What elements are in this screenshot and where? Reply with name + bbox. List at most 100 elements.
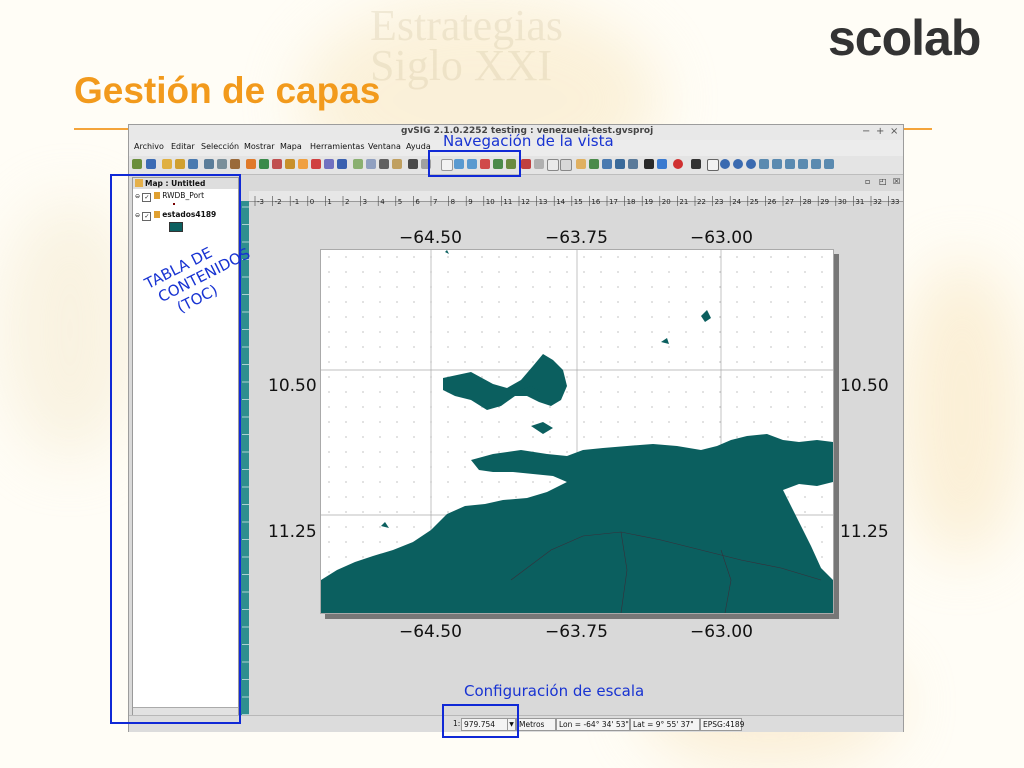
line-tool-icon[interactable]	[324, 159, 334, 169]
view-close-icon[interactable]: ☒	[893, 177, 900, 186]
slide-title: Gestión de capas	[74, 70, 381, 111]
ruler-tick-label: 27	[785, 198, 794, 206]
tool-icon[interactable]	[589, 159, 599, 169]
lat-label-right: 10.50	[840, 376, 889, 396]
tool-icon[interactable]	[733, 159, 743, 169]
tool-icon[interactable]	[657, 159, 667, 169]
tool-icon[interactable]	[534, 159, 544, 169]
tool-icon[interactable]	[547, 159, 559, 171]
menu-mostrar[interactable]: Mostrar	[244, 142, 275, 151]
tool-icon[interactable]	[576, 159, 586, 169]
layout-icon[interactable]	[379, 159, 389, 169]
tool-icon[interactable]	[230, 159, 240, 169]
ruler-tick-label: 15	[574, 198, 583, 206]
menu-mapa[interactable]: Mapa	[280, 142, 302, 151]
menu-seleccion[interactable]: Selección	[201, 142, 239, 151]
new-icon[interactable]	[162, 159, 172, 169]
scolab-logo: scolab	[828, 10, 981, 66]
settings-icon[interactable]	[217, 159, 227, 169]
zoom-icon[interactable]	[798, 159, 808, 169]
gvsig-window: gvSIG 2.1.0.2252 testing : venezuela-tes…	[128, 124, 904, 732]
edit-tool-icon[interactable]	[272, 159, 282, 169]
ruler-tick-label: -3	[257, 198, 264, 206]
ruler-tick-label: 23	[715, 198, 724, 206]
ruler-tick-label: 9	[468, 198, 472, 206]
lon-label-bottom: −63.00	[690, 622, 753, 642]
ruler-tick-label: 31	[855, 198, 864, 206]
ruler-tick-label: 26	[767, 198, 776, 206]
ruler-tick-label: 24	[732, 198, 741, 206]
lon-label-bottom: −63.75	[545, 622, 608, 642]
lat-label-left: 10.50	[268, 376, 317, 396]
tool-icon[interactable]	[691, 159, 701, 169]
map-view[interactable]: ▫ ◰ ☒ -3 -2 -1 0 1 2 3 4 5 6 7 8 9 10 11 12 13 14 15 16 17 18…	[239, 177, 903, 717]
layer-tool-icon[interactable]	[259, 159, 269, 169]
save-icon[interactable]	[146, 159, 156, 169]
select-icon[interactable]	[521, 159, 531, 169]
ruler-tick-label: 21	[679, 198, 688, 206]
lat-readout: Lat = 9° 55' 37"	[630, 718, 700, 731]
view-minimize-icon[interactable]: ▫	[865, 177, 870, 186]
maximize-button[interactable]: +	[876, 126, 884, 137]
scale-highlight	[442, 704, 519, 738]
zoom-icon[interactable]	[772, 159, 782, 169]
zoom-icon[interactable]	[811, 159, 821, 169]
circle-tool-icon[interactable]	[246, 159, 256, 169]
close-button[interactable]: ×	[890, 126, 898, 137]
tool-icon[interactable]	[720, 159, 730, 169]
background-blob	[900, 260, 1024, 560]
ruler-tick-label: 33	[891, 198, 900, 206]
ruler-tick-label: 17	[609, 198, 618, 206]
ruler-tick-label: 0	[310, 198, 314, 206]
menu-ventana[interactable]: Ventana	[368, 142, 401, 151]
ruler-ticks: -3 -2 -1 0 1 2 3 4 5 6 7 8 9 10 11 12 13 14 15 16 17 18 19 20 21…	[254, 196, 900, 206]
point-tool-icon[interactable]	[298, 159, 308, 169]
alert-icon[interactable]	[673, 159, 683, 169]
draw-tool-icon[interactable]	[285, 159, 295, 169]
watermark: Estrategias Siglo XXI	[370, 1, 564, 90]
ruler-tick-label: 11	[503, 198, 512, 206]
lat-label-right: 11.25	[840, 522, 889, 542]
print-icon[interactable]	[204, 159, 214, 169]
pan-hand-icon[interactable]	[707, 159, 719, 171]
zoom-icon[interactable]	[824, 159, 834, 169]
ruler-tick-label: 28	[803, 198, 812, 206]
add-layer-icon[interactable]	[132, 159, 142, 169]
menu-herramientas[interactable]: Herramientas	[310, 142, 365, 151]
lon-label-bottom: −64.50	[399, 622, 462, 642]
info-icon[interactable]	[337, 159, 347, 169]
grid-icon[interactable]	[366, 159, 376, 169]
ruler-tick-label: 7	[433, 198, 437, 206]
ruler-tick-label: 32	[873, 198, 882, 206]
table-icon[interactable]	[353, 159, 363, 169]
ruler-tick-label: 3	[363, 198, 367, 206]
lon-label-top: −63.00	[690, 228, 753, 248]
menu-ayuda[interactable]: Ayuda	[406, 142, 431, 151]
ruler-tick-label: 5	[398, 198, 402, 206]
export-icon[interactable]	[188, 159, 198, 169]
map-canvas	[321, 250, 833, 614]
ruler-tick-label: 20	[662, 198, 671, 206]
polygon-tool-icon[interactable]	[311, 159, 321, 169]
zoom-icon[interactable]	[785, 159, 795, 169]
map-sheet[interactable]	[320, 249, 834, 614]
ruler-tick-label: 18	[627, 198, 636, 206]
tool-icon[interactable]	[392, 159, 402, 169]
tool-icon[interactable]	[644, 159, 654, 169]
minimize-button[interactable]: −	[862, 126, 870, 137]
menu-archivo[interactable]: Archivo	[134, 142, 164, 151]
ruler-tick-label: 14	[556, 198, 565, 206]
zoom-icon[interactable]	[759, 159, 769, 169]
menu-editar[interactable]: Editar	[171, 142, 195, 151]
ruler-tick-label: 12	[521, 198, 530, 206]
view-maximize-icon[interactable]: ◰	[879, 177, 887, 186]
tool-icon[interactable]	[746, 159, 756, 169]
tool-icon[interactable]	[615, 159, 625, 169]
epsg-field: EPSG:4189	[700, 718, 744, 731]
tool-icon[interactable]	[602, 159, 612, 169]
tool-icon[interactable]	[628, 159, 638, 169]
tool-icon[interactable]	[560, 159, 572, 171]
navigation-callout: Navegación de la vista	[443, 132, 614, 150]
open-icon[interactable]	[175, 159, 185, 169]
select-tool-icon[interactable]	[408, 159, 418, 169]
